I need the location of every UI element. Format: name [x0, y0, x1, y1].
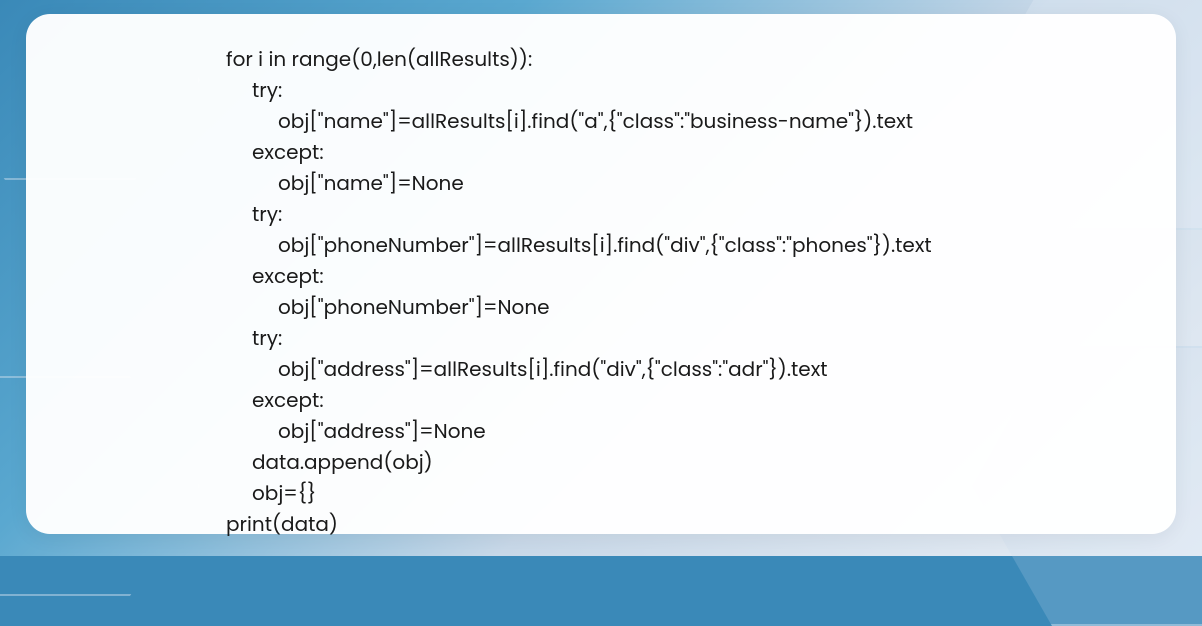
- code-line: except:: [226, 385, 324, 416]
- code-line: except:: [226, 137, 324, 168]
- code-line: obj={}: [226, 478, 316, 509]
- code-line: try:: [226, 75, 282, 106]
- code-line: data.append(obj): [226, 447, 433, 478]
- code-block: for i in range(0,len(allResults)): try: …: [226, 44, 1136, 540]
- code-snippet-card: for i in range(0,len(allResults)): try: …: [26, 14, 1176, 534]
- code-line: obj["phoneNumber"]=None: [226, 292, 550, 323]
- code-line: obj["address"]=None: [226, 416, 486, 447]
- code-line: obj["name"]=allResults[i].find("a",{"cla…: [226, 106, 913, 137]
- code-line: obj["name"]=None: [226, 168, 464, 199]
- code-line: except:: [226, 261, 324, 292]
- code-line: obj["phoneNumber"]=allResults[i].find("d…: [226, 230, 932, 261]
- code-line: try:: [226, 199, 282, 230]
- code-line: obj["address"]=allResults[i].find("div",…: [226, 354, 828, 385]
- code-line: try:: [226, 323, 282, 354]
- code-line: print(data): [226, 510, 338, 538]
- code-line: for i in range(0,len(allResults)):: [226, 45, 532, 73]
